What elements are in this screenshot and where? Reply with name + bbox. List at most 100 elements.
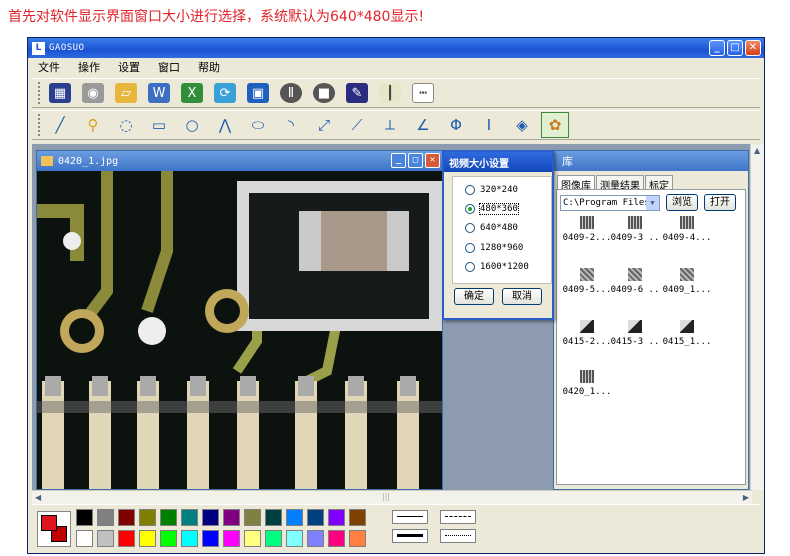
color-swatch[interactable] [76,530,93,547]
scroll-right-icon[interactable]: ▶ [743,493,749,502]
scroll-left-icon[interactable]: ◀ [35,493,41,502]
color-swatch[interactable] [286,530,303,547]
menu-file[interactable]: 文件 [38,59,60,75]
horizontal-caliper-tool[interactable]: Φ [442,112,470,138]
radio-icon[interactable] [465,185,475,195]
zoom-tool[interactable]: ⚲ [79,112,107,138]
color-swatch[interactable] [97,530,114,547]
color-swatch[interactable] [244,509,261,526]
polyline-tool[interactable]: ⋀ [211,112,239,138]
color-swatch[interactable] [76,509,93,526]
resolution-option-480[interactable]: 480*360 [465,203,519,215]
library-window-titlebar[interactable]: 库 [554,151,748,171]
line-style-dotted[interactable] [440,529,476,543]
color-swatch[interactable] [202,509,219,526]
radio-icon[interactable] [465,262,475,272]
radio-checked-icon[interactable] [465,204,475,214]
resolution-option-640[interactable]: 640*480 [465,223,518,233]
toolbar-grip-2[interactable] [38,114,42,136]
minimize-button[interactable]: _ [709,40,725,56]
vertical-ruler-button[interactable]: ┃ [376,80,404,106]
ellipse-tool[interactable]: ⬭ [244,112,272,138]
line-style-thin[interactable] [392,510,428,524]
color-swatch[interactable] [265,509,282,526]
thumbnail-item[interactable]: 0409-6 .. [609,268,661,295]
color-swatch[interactable] [349,530,366,547]
perpendicular-tool[interactable]: ⟂ [376,112,404,138]
vertical-scrollbar[interactable]: ▲ [750,144,764,490]
thumbnail-item[interactable]: 0409_1... [661,268,713,295]
color-swatch[interactable] [97,509,114,526]
color-swatch[interactable] [286,509,303,526]
color-swatch[interactable] [139,509,156,526]
point-line-tool[interactable]: ⟋ [343,112,371,138]
thumbnail-item[interactable]: 0409-5... [561,268,613,295]
color-swatch[interactable] [139,530,156,547]
menu-operate[interactable]: 操作 [78,59,100,75]
menu-window[interactable]: 窗口 [158,59,180,75]
film-button[interactable]: ▦ [46,80,74,106]
color-swatch[interactable] [181,530,198,547]
open-folder-button[interactable]: ▱ [112,80,140,106]
toolbar-grip[interactable] [38,82,42,104]
browse-button[interactable]: 浏览 [666,194,698,211]
line-style-thick[interactable] [392,529,428,543]
pcb-image[interactable] [37,171,442,489]
diamond-caliper-tool[interactable]: ◈ [508,112,536,138]
color-swatch[interactable] [181,509,198,526]
thumbnail-item[interactable]: 0409-3 .. [609,216,661,243]
arc-tool[interactable]: ◝ [277,112,305,138]
menu-settings[interactable]: 设置 [118,59,140,75]
camera-button[interactable]: ◉ [79,80,107,106]
color-swatch[interactable] [118,509,135,526]
resolution-option-1280[interactable]: 1280*960 [465,243,523,253]
stop-button[interactable]: ■ [310,80,338,106]
color-swatch[interactable] [118,530,135,547]
horizontal-ruler-button[interactable]: ┅ [409,80,437,106]
measure-line-tool[interactable]: ⤢ [310,112,338,138]
foreground-color-swatch[interactable] [41,515,57,531]
thumbnail-item[interactable]: 0409-2... [561,216,613,243]
color-swatch[interactable] [265,530,282,547]
vertical-caliper-tool[interactable]: I [475,112,503,138]
current-color[interactable] [37,511,71,547]
color-swatch[interactable] [328,509,345,526]
scroll-up-icon[interactable]: ▲ [754,146,760,155]
close-button[interactable]: ✕ [745,40,761,56]
color-swatch[interactable] [307,509,324,526]
color-swatch[interactable] [223,509,240,526]
line-style-dashed[interactable] [440,510,476,524]
lasso-tool[interactable]: ◌ [112,112,140,138]
settings-wrench-button[interactable]: ✎ [343,80,371,106]
angle-tool[interactable]: ∠ [409,112,437,138]
cancel-button[interactable]: 取消 [502,288,542,305]
thumbnail-item[interactable]: 0415-3 .. [609,320,661,347]
horizontal-scrollbar[interactable]: ◀ ||| ▶ [32,490,752,504]
refresh-button[interactable]: ⟳ [211,80,239,106]
color-swatch[interactable] [160,509,177,526]
library-window[interactable]: 库 图像库 测量结果 标定 C:\Program Files ▼ 浏览 打开 0… [553,150,749,490]
save-button[interactable]: ▣ [244,80,272,106]
ok-button[interactable]: 确定 [454,288,494,305]
open-button[interactable]: 打开 [704,194,736,211]
circle-tool[interactable]: ○ [178,112,206,138]
scroll-thumb-grip[interactable]: ||| [382,492,390,501]
chevron-down-icon[interactable]: ▼ [646,195,659,210]
pause-button[interactable]: Ⅱ [277,80,305,106]
menu-help[interactable]: 帮助 [198,59,220,75]
color-swatch[interactable] [160,530,177,547]
color-swatch[interactable] [349,509,366,526]
color-swatch[interactable] [244,530,261,547]
path-select[interactable]: C:\Program Files ▼ [560,194,660,211]
radio-icon[interactable] [465,243,475,253]
image-window-titlebar[interactable]: 0420_1.jpg _ □ ✕ [37,151,442,171]
color-swatch[interactable] [202,530,219,547]
image-maximize-button[interactable]: □ [408,153,423,168]
word-export-button[interactable]: W [145,80,173,106]
maximize-button[interactable]: □ [727,40,743,56]
image-window[interactable]: 0420_1.jpg _ □ ✕ [36,150,443,490]
resolution-option-1600[interactable]: 1600*1200 [465,262,529,272]
line-tool[interactable]: ╱ [46,112,74,138]
color-swatch[interactable] [223,530,240,547]
radio-icon[interactable] [465,223,475,233]
